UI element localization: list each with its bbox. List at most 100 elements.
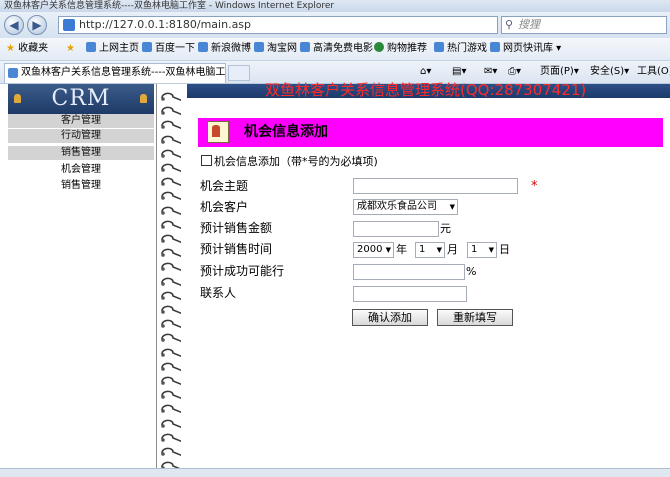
ie-page-icon: [142, 42, 152, 52]
search-placeholder: 搜狸: [518, 18, 540, 31]
fav-link-label: 购物推荐: [387, 43, 427, 54]
year-select[interactable]: 2000 ▼: [353, 242, 394, 258]
spiral-ring: [161, 447, 181, 457]
month-select-value: 1: [419, 244, 426, 255]
print-icon[interactable]: ⎙▾: [508, 64, 521, 80]
spiral-ring: [161, 419, 181, 428]
fav-link-2[interactable]: 新浪微博: [198, 41, 251, 57]
crm-logo: CRM: [51, 86, 111, 111]
chevron-down-icon: ▼: [449, 203, 455, 211]
fav-link-label: 网页快讯库: [503, 43, 553, 54]
fav-link-6[interactable]: 热门游戏: [434, 41, 487, 57]
amount-input[interactable]: [353, 221, 439, 237]
spiral-ring: [161, 277, 181, 286]
spiral-ring: [161, 191, 181, 201]
safety-menu-label: 安全(S): [590, 66, 625, 77]
submenu-opportunity[interactable]: 机会管理: [8, 162, 154, 177]
document-icon: [207, 121, 229, 143]
submit-button[interactable]: 确认添加: [352, 309, 428, 326]
amount-label: 预计销售金额: [200, 221, 273, 235]
spiral-ring: [161, 433, 181, 442]
spiral-binding: [157, 84, 187, 476]
fav-link-label: 淘宝网: [267, 43, 297, 54]
fav-link-0[interactable]: 上网主页: [86, 41, 139, 57]
spiral-ring: [161, 106, 181, 116]
forward-button[interactable]: ▶: [27, 15, 47, 35]
spiral-ring: [161, 220, 181, 229]
subject-label: 机会主题: [200, 179, 249, 193]
fav-link-1[interactable]: 百度一下: [142, 41, 195, 57]
day-select-value: 1: [471, 244, 478, 255]
back-button[interactable]: ◀: [4, 15, 24, 35]
favorites-button[interactable]: ★ 收藏夹: [6, 41, 48, 57]
amount-unit: 元: [440, 222, 451, 235]
fav-link-label: 上网主页: [99, 43, 139, 54]
chevron-down-icon: ▼: [385, 246, 391, 254]
page-menu[interactable]: 页面(P)▾: [540, 64, 579, 80]
form-title-bar: 机会信息添加: [198, 118, 663, 147]
contact-label: 联系人: [200, 286, 237, 300]
year-select-value: 2000: [357, 244, 383, 255]
ie-page-icon: [490, 42, 500, 52]
month-select[interactable]: 1 ▼: [415, 242, 445, 258]
safety-menu[interactable]: 安全(S)▾: [590, 64, 629, 80]
spiral-ring: [161, 206, 181, 215]
browser-tab[interactable]: 双鱼林客户关系信息管理系统----双鱼林电脑工作...: [4, 63, 226, 83]
fav-link-label: 高清免费电影: [313, 43, 373, 54]
mail-icon[interactable]: ✉▾: [484, 64, 497, 80]
address-bar[interactable]: http://127.0.0.1:8180/main.asp: [58, 16, 498, 34]
customer-label: 机会客户: [200, 200, 249, 214]
probability-input[interactable]: [353, 264, 465, 280]
spiral-ring: [161, 177, 181, 187]
globe-icon: [374, 42, 384, 52]
spiral-ring: [161, 404, 181, 414]
customer-select-value: 成都欢乐食品公司: [357, 201, 437, 212]
fav-link-5[interactable]: 购物推荐: [374, 41, 427, 57]
crm-banner: CRM: [8, 84, 154, 114]
month-unit: 月: [447, 243, 458, 256]
menu-sales[interactable]: 销售管理: [8, 146, 154, 161]
spiral-ring: [161, 319, 181, 329]
submenu-sales[interactable]: 销售管理: [8, 178, 154, 193]
spiral-ring: [161, 333, 181, 343]
spiral-ring: [161, 291, 181, 300]
sidebar: CRM 客户管理 行动管理 销售管理 机会管理 销售管理: [0, 84, 157, 476]
chevron-down-icon: ▾: [553, 43, 562, 54]
chevron-down-icon: ▼: [488, 246, 494, 254]
probability-unit: %: [466, 265, 477, 278]
spiral-ring: [161, 362, 181, 371]
ie-page-icon: [434, 42, 444, 52]
search-icon: ⚲: [505, 18, 514, 31]
menu-action[interactable]: 行动管理: [8, 129, 154, 144]
home-icon[interactable]: ⌂▾: [420, 64, 431, 80]
search-input[interactable]: ⚲ 搜狸: [501, 16, 667, 34]
fav-link-3[interactable]: 淘宝网: [254, 41, 297, 57]
date-label: 预计销售时间: [200, 242, 273, 256]
edit-icon: [201, 155, 212, 166]
customer-select[interactable]: 成都欢乐食品公司 ▼: [353, 199, 458, 215]
spiral-ring: [161, 305, 181, 315]
spiral-ring: [161, 120, 181, 130]
favorites-label: 收藏夹: [18, 43, 49, 54]
year-unit: 年: [396, 243, 407, 256]
chevron-down-icon: ▼: [436, 246, 442, 254]
subject-input[interactable]: [353, 178, 518, 194]
add-favorite-icon[interactable]: ★: [66, 41, 75, 57]
contact-input[interactable]: [353, 286, 467, 302]
day-select[interactable]: 1 ▼: [467, 242, 497, 258]
fav-link-4[interactable]: 高清免费电影: [300, 41, 373, 57]
spiral-ring: [161, 163, 181, 173]
star-icon: ★: [6, 43, 15, 54]
tools-menu[interactable]: 工具(O): [637, 64, 670, 80]
form-hint: 机会信息添加（带*号的为必填项): [201, 155, 378, 169]
fav-link-label: 新浪微博: [211, 43, 251, 54]
fav-link-7[interactable]: 网页快讯库 ▾: [490, 41, 561, 57]
feeds-icon[interactable]: ▤▾: [452, 64, 466, 80]
menu-customer[interactable]: 客户管理: [8, 114, 154, 129]
form-hint-text: 机会信息添加（带*号的为必填项): [214, 155, 378, 168]
spiral-ring: [161, 390, 181, 400]
new-tab-button[interactable]: [228, 65, 250, 81]
system-title: 双鱼林客户关系信息管理系统(QQ:287307421): [265, 81, 587, 99]
required-mark: *: [531, 179, 538, 194]
reset-button[interactable]: 重新填写: [437, 309, 513, 326]
